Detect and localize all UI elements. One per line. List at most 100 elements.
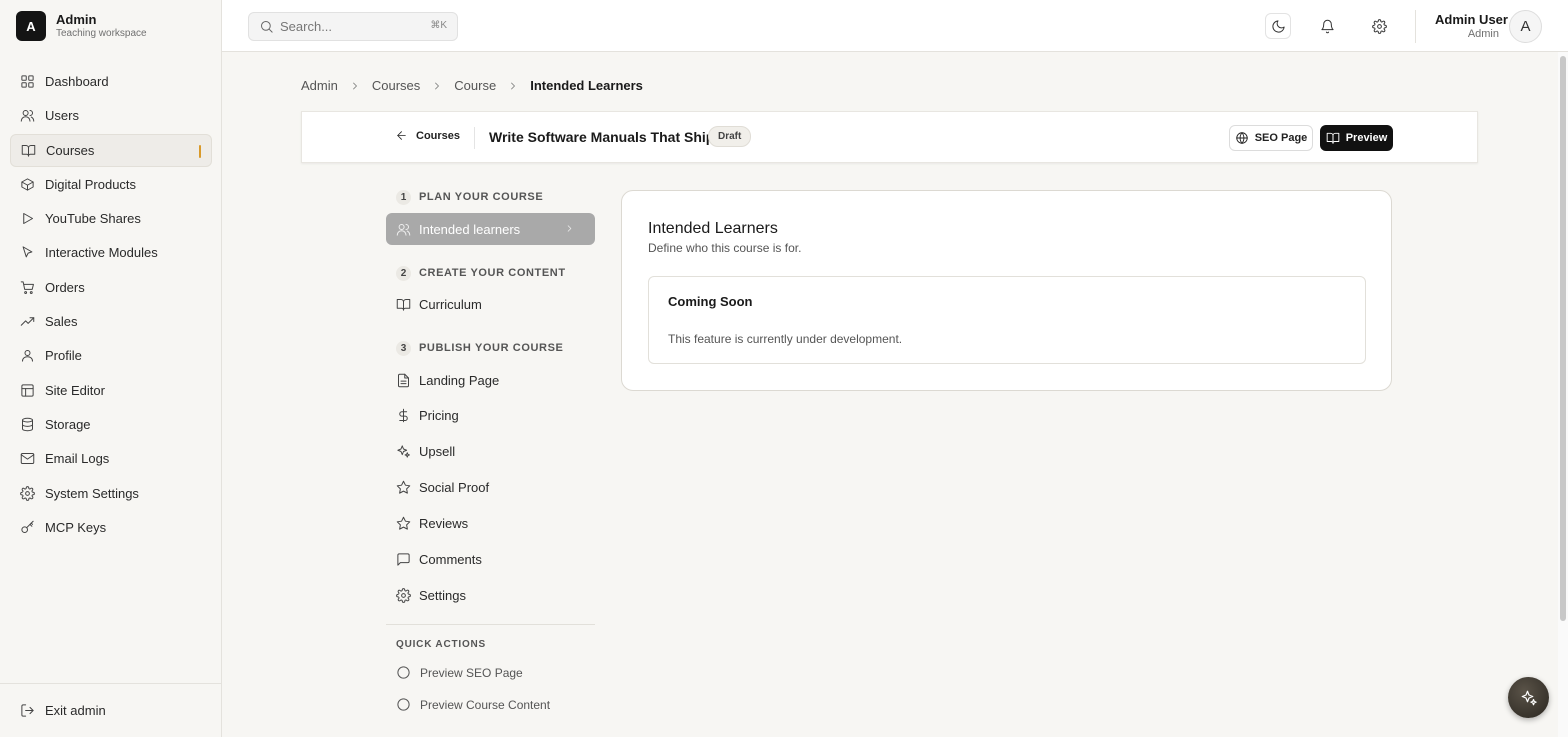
seo-page-button[interactable]: SEO Page xyxy=(1229,125,1313,151)
preview-course-content-action[interactable]: Preview Course Content xyxy=(396,697,550,712)
message-icon xyxy=(396,552,411,567)
preview-seo-page-action[interactable]: Preview SEO Page xyxy=(396,665,523,680)
quick-action-label: Preview Course Content xyxy=(420,697,551,712)
preview-label: Preview xyxy=(1345,132,1388,144)
sidebar-item-system-settings[interactable]: System Settings xyxy=(10,477,212,510)
sidebar-item-label: Sales xyxy=(45,314,78,330)
sidebar-item-site-editor[interactable]: Site Editor xyxy=(10,374,212,407)
sidebar-item-dashboard[interactable]: Dashboard xyxy=(10,65,212,98)
trending-up-icon xyxy=(20,314,35,329)
settings-button[interactable] xyxy=(1366,13,1392,39)
page-scrollbar[interactable] xyxy=(1558,52,1568,737)
sidebar-item-label: Storage xyxy=(45,416,91,432)
sidebar-item-label: YouTube Shares xyxy=(45,211,141,227)
chevron-right-icon xyxy=(507,80,519,92)
chevron-right-icon xyxy=(349,80,361,92)
course-nav-reviews[interactable]: Reviews xyxy=(386,507,595,539)
course-nav-label: Social Proof xyxy=(419,479,490,495)
user-menu[interactable]: Admin User Admin xyxy=(1435,12,1508,41)
course-nav-pricing[interactable]: Pricing xyxy=(386,399,595,431)
course-nav-label: Reviews xyxy=(419,515,469,531)
section-plan: 1 PLAN YOUR COURSE xyxy=(386,188,595,206)
section-title: PLAN YOUR COURSE xyxy=(419,191,544,203)
sidebar-item-digital-products[interactable]: Digital Products xyxy=(10,168,212,201)
course-nav-settings[interactable]: Settings xyxy=(386,579,595,611)
sidebar-item-courses[interactable]: Courses xyxy=(10,133,212,167)
scrollbar-thumb[interactable] xyxy=(1560,56,1566,621)
gear-icon xyxy=(1371,18,1387,34)
course-nav-landing-page[interactable]: Landing Page xyxy=(386,364,595,396)
sidebar-item-label: Dashboard xyxy=(45,74,109,89)
section-title: PUBLISH YOUR COURSE xyxy=(419,342,564,354)
sidebar-item-label: MCP Keys xyxy=(45,519,107,535)
page-subtitle: Define who this course is for. xyxy=(648,241,802,255)
arrow-left-icon xyxy=(395,129,408,142)
brand[interactable]: A Admin Teaching workspace xyxy=(16,11,147,41)
ai-assistant-button[interactable] xyxy=(1508,677,1549,718)
header-divider xyxy=(474,127,475,149)
sidebar-item-mcp-keys[interactable]: MCP Keys xyxy=(10,511,212,544)
sparkles-icon xyxy=(396,444,411,459)
mail-icon xyxy=(20,451,35,466)
course-nav-comments[interactable]: Comments xyxy=(386,543,595,575)
topbar-divider xyxy=(1415,10,1416,43)
course-nav-curriculum[interactable]: Curriculum xyxy=(386,288,595,320)
circle-icon xyxy=(396,697,411,712)
breadcrumb-admin[interactable]: Admin xyxy=(301,78,338,93)
brand-name: Admin xyxy=(56,12,97,27)
sidebar-item-email-logs[interactable]: Email Logs xyxy=(10,442,212,475)
breadcrumb-courses[interactable]: Courses xyxy=(372,78,420,93)
sidebar-item-label: System Settings xyxy=(45,485,139,501)
exit-admin-label: Exit admin xyxy=(45,703,106,718)
sidebar-item-orders[interactable]: Orders xyxy=(10,271,212,304)
course-nav-label: Settings xyxy=(419,587,466,603)
avatar[interactable]: A xyxy=(1509,10,1542,43)
section-publish: 3 PUBLISH YOUR COURSE xyxy=(386,339,595,357)
search-shortcut: ⌘K xyxy=(430,20,447,31)
sidebar-item-label: Orders xyxy=(45,279,85,295)
chevron-right-icon xyxy=(564,223,575,234)
course-nav-label: Upsell xyxy=(419,443,456,459)
sidebar-item-interactive-modules[interactable]: Interactive Modules xyxy=(10,236,212,269)
book-icon xyxy=(21,143,36,158)
breadcrumb-course[interactable]: Course xyxy=(454,78,496,93)
brand-logo: A xyxy=(16,11,46,41)
globe-icon xyxy=(1235,131,1249,145)
sidebar-item-sales[interactable]: Sales xyxy=(10,305,212,338)
breadcrumb: Admin Courses Course Intended Learners xyxy=(301,78,643,93)
sidebar-item-users[interactable]: Users xyxy=(10,99,212,132)
sidebar-item-youtube-shares[interactable]: YouTube Shares xyxy=(10,202,212,235)
course-nav: 1 PLAN YOUR COURSE Intended learners 2 C… xyxy=(386,188,595,611)
user-role: Admin xyxy=(1467,28,1499,40)
grid-icon xyxy=(20,74,35,89)
step-number: 1 xyxy=(396,189,411,205)
sidebar-item-storage[interactable]: Storage xyxy=(10,408,212,441)
step-number: 3 xyxy=(396,340,411,356)
search-placeholder: Search... xyxy=(280,19,333,34)
sidebar-item-profile[interactable]: Profile xyxy=(10,339,212,372)
back-to-courses-link[interactable]: Courses xyxy=(395,129,460,142)
seo-page-label: SEO Page xyxy=(1254,132,1308,144)
sidebar-item-label: Users xyxy=(45,108,79,124)
brand-subtitle: Teaching workspace xyxy=(56,28,147,39)
notifications-button[interactable] xyxy=(1314,13,1340,39)
sidebar-item-label: Digital Products xyxy=(45,176,137,192)
users-icon xyxy=(20,108,35,123)
theme-toggle-button[interactable] xyxy=(1265,13,1291,39)
star-icon xyxy=(396,480,411,495)
course-nav-upsell[interactable]: Upsell xyxy=(386,435,595,467)
course-nav-social-proof[interactable]: Social Proof xyxy=(386,471,595,503)
preview-button[interactable]: Preview xyxy=(1320,125,1393,151)
search-input[interactable]: Search... ⌘K xyxy=(248,12,458,41)
course-nav-intended-learners[interactable]: Intended learners xyxy=(386,213,595,245)
course-header: Courses Write Software Manuals That Ship… xyxy=(301,111,1478,163)
course-nav-label: Intended learners xyxy=(419,221,521,237)
sidebar-item-label: Profile xyxy=(45,348,82,364)
exit-admin-button[interactable]: Exit admin xyxy=(0,683,221,737)
gear-icon xyxy=(396,587,411,603)
coming-soon-text: This feature is currently under developm… xyxy=(668,332,903,346)
back-label: Courses xyxy=(416,129,461,142)
moon-icon xyxy=(1271,19,1286,34)
dollar-icon xyxy=(396,408,411,423)
course-nav-label: Pricing xyxy=(419,407,459,423)
